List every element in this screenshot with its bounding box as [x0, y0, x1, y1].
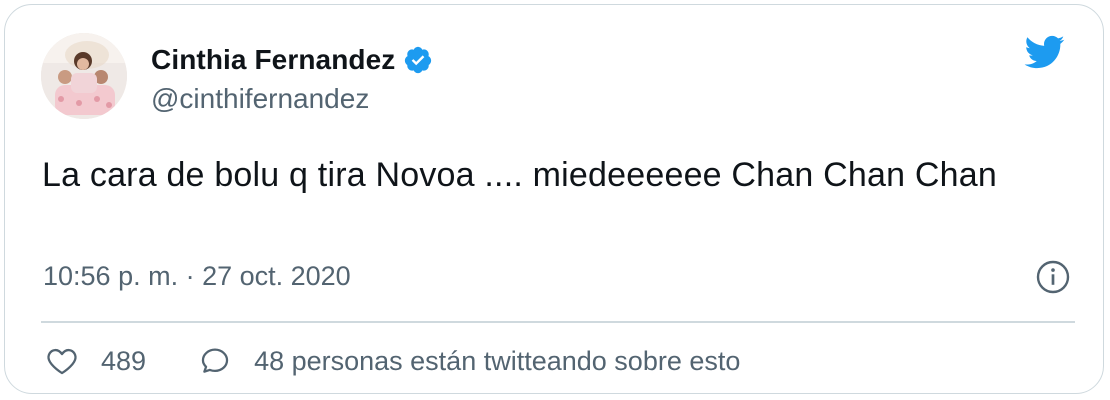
twitter-bird-icon[interactable] [1019, 31, 1069, 73]
avatar[interactable] [41, 33, 127, 119]
display-name[interactable]: Cinthia Fernandez [151, 44, 395, 76]
divider [41, 321, 1075, 323]
name-row: Cinthia Fernandez [151, 41, 433, 79]
heart-icon [47, 348, 77, 375]
author-info[interactable]: Cinthia Fernandez @cinthifernandez [151, 41, 433, 115]
conversation-button[interactable]: 48 personas están twitteando sobre esto [198, 344, 740, 378]
verified-badge-icon [403, 45, 433, 75]
like-button[interactable]: 489 [45, 344, 146, 378]
action-bar: 489 48 personas están twitteando sobre e… [45, 341, 740, 381]
tweet-card[interactable]: Cinthia Fernandez @cinthifernandez La ca… [4, 4, 1104, 394]
tweet-text: La cara de bolu q tira Novoa .... miedee… [42, 156, 997, 194]
like-count: 489 [101, 345, 147, 376]
author-handle[interactable]: @cinthifernandez [151, 83, 433, 115]
speech-bubble-icon [201, 348, 229, 373]
conversation-label: 48 personas están twitteando sobre esto [254, 345, 741, 376]
tweet-timestamp[interactable]: 10:56 p. m. · 27 oct. 2020 [43, 261, 351, 292]
avatar-photo [41, 33, 127, 119]
info-icon[interactable] [1035, 259, 1071, 295]
